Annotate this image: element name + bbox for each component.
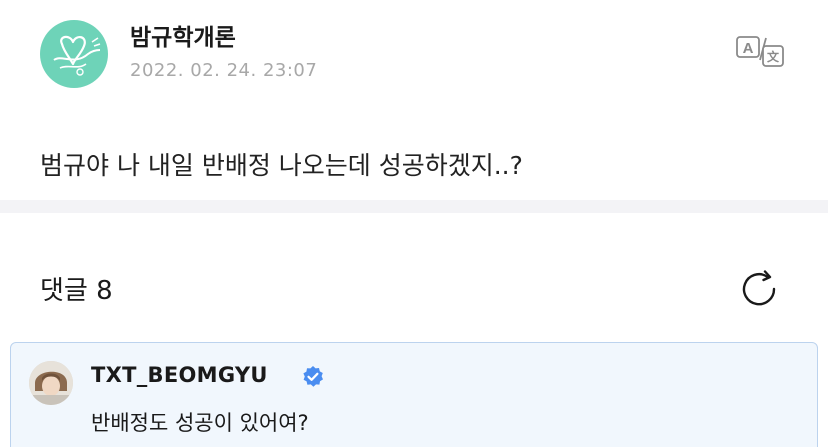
author-avatar[interactable] bbox=[40, 20, 108, 88]
svg-text:文: 文 bbox=[767, 49, 780, 64]
commenter-photo bbox=[29, 361, 73, 405]
comments-count-header: 댓글 8 bbox=[40, 276, 113, 306]
translate-button[interactable]: A 文 bbox=[735, 34, 785, 68]
translate-icon: A 文 bbox=[736, 36, 784, 67]
refresh-icon bbox=[742, 270, 776, 306]
heart-logo-icon bbox=[53, 35, 101, 76]
comment-text: 반배정도 성공이 있어여? bbox=[91, 411, 309, 435]
refresh-button[interactable] bbox=[740, 270, 780, 308]
comment-item: TXT_BEOMGYU 반배정도 성공이 있어여? bbox=[10, 342, 818, 447]
svg-text:A: A bbox=[743, 40, 754, 57]
section-divider bbox=[0, 200, 828, 213]
verified-badge-icon bbox=[303, 366, 323, 387]
post-date: 2022. 02. 24. 23:07 bbox=[130, 60, 318, 81]
commenter-avatar[interactable] bbox=[29, 361, 73, 405]
comment-author-name[interactable]: TXT_BEOMGYU bbox=[91, 363, 268, 387]
post-header: 밤규학개론 2022. 02. 24. 23:07 A 文 bbox=[0, 0, 828, 120]
post-author-name[interactable]: 밤규학개론 bbox=[130, 18, 236, 52]
post-body-text: 범규야 나 내일 반배정 나오는데 성공하겠지..? bbox=[40, 151, 523, 180]
verified-badge bbox=[301, 365, 325, 389]
